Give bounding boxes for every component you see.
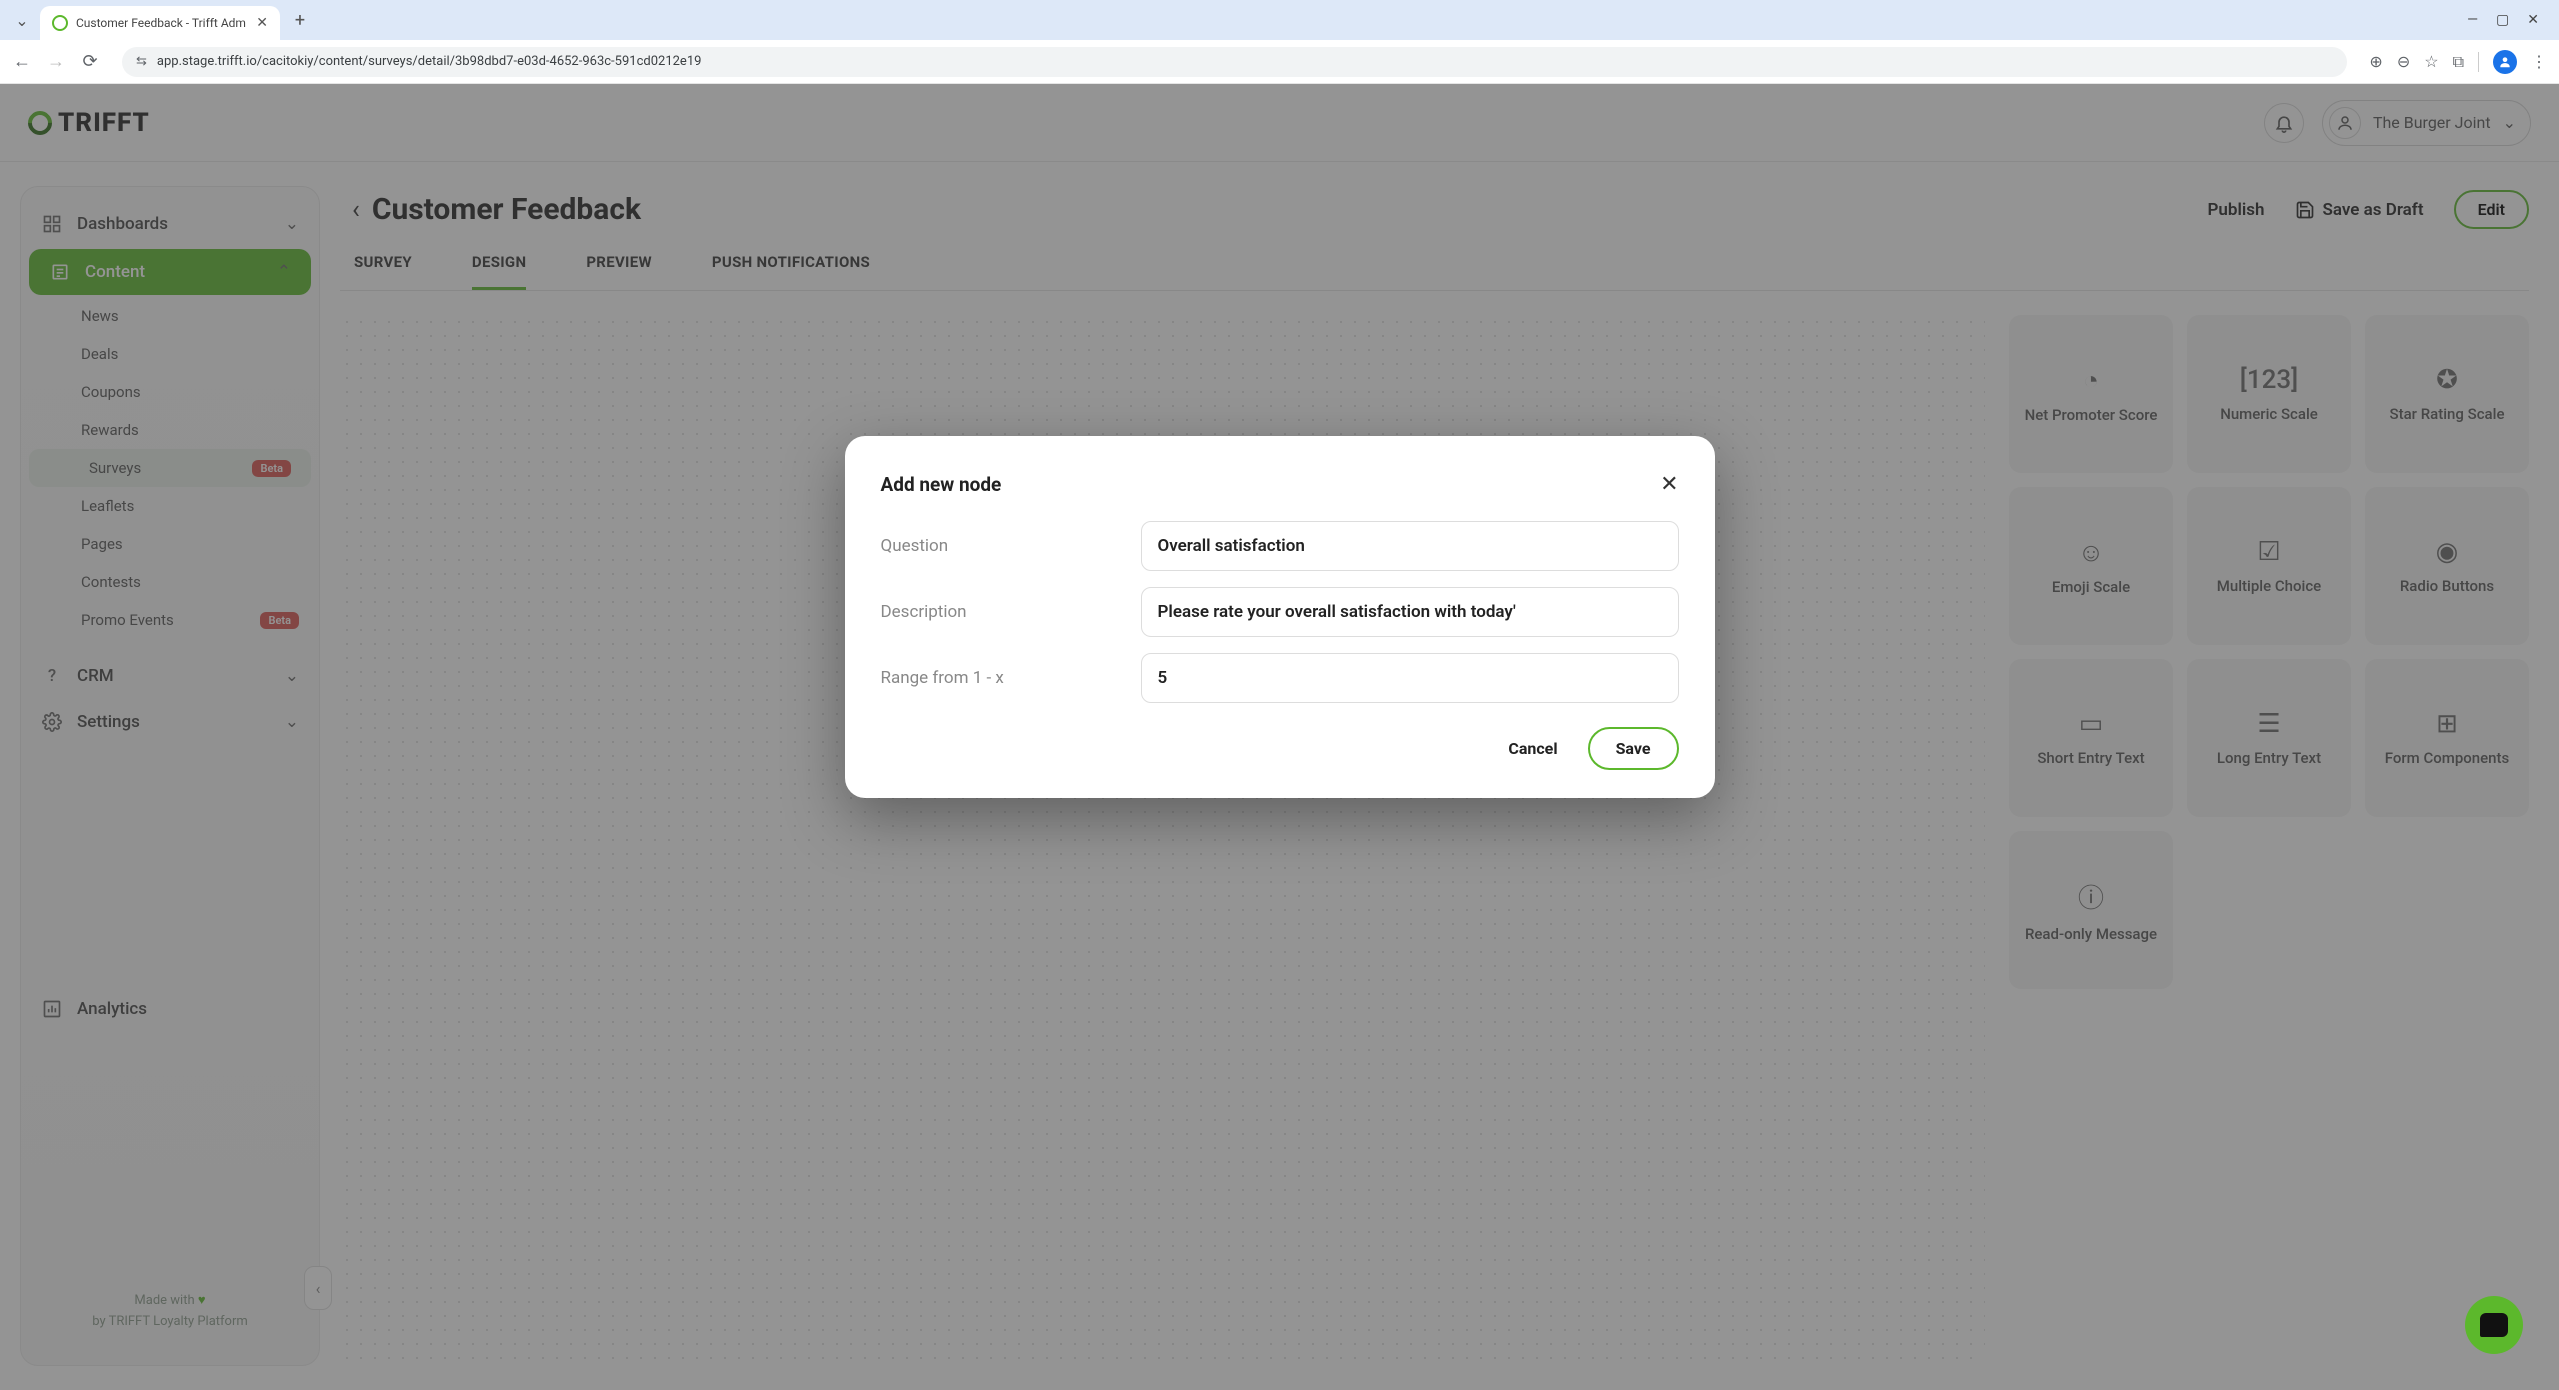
tab-title: Customer Feedback - Trifft Adm (76, 16, 248, 30)
save-button[interactable]: Save (1588, 727, 1679, 770)
close-tab-icon[interactable]: ✕ (256, 15, 268, 31)
range-label: Range from 1 - x (881, 668, 1141, 688)
bookmark-icon[interactable]: ☆ (2424, 52, 2438, 71)
url-text: app.stage.trifft.io/cacitokiy/content/su… (157, 54, 702, 69)
cancel-button[interactable]: Cancel (1488, 729, 1577, 768)
minimize-icon[interactable]: — (2467, 12, 2478, 28)
zoom-icon[interactable]: ⊖ (2397, 52, 2410, 71)
site-settings-icon[interactable]: ⇆ (136, 54, 147, 69)
address-bar: ← → ⟳ ⇆ app.stage.trifft.io/cacitokiy/co… (0, 40, 2559, 84)
intercom-launcher[interactable] (2465, 1296, 2523, 1354)
description-input[interactable] (1141, 587, 1679, 637)
question-input[interactable] (1141, 521, 1679, 571)
url-field[interactable]: ⇆ app.stage.trifft.io/cacitokiy/content/… (122, 47, 2347, 77)
description-label: Description (881, 602, 1141, 622)
browser-tab-strip: ⌄ Customer Feedback - Trifft Adm ✕ + — ▢… (0, 0, 2559, 40)
separator (2478, 52, 2479, 72)
close-modal-button[interactable]: ✕ (1660, 472, 1678, 497)
chat-icon (2480, 1313, 2508, 1337)
new-tab-button[interactable]: + (286, 6, 314, 34)
reload-icon[interactable]: ⟳ (80, 51, 100, 72)
extensions-icon[interactable]: ⧉ (2453, 52, 2464, 72)
add-node-modal: Add new node ✕ Question Description Rang… (845, 436, 1715, 798)
forward-icon[interactable]: → (46, 51, 66, 72)
close-window-icon[interactable]: ✕ (2527, 12, 2539, 28)
tab-list-button[interactable]: ⌄ (10, 8, 34, 32)
question-label: Question (881, 536, 1141, 556)
maximize-icon[interactable]: ▢ (2496, 12, 2509, 28)
modal-title: Add new node (881, 473, 1002, 496)
translate-icon[interactable]: ⊕ (2369, 52, 2382, 71)
trifft-favicon (52, 15, 68, 31)
browser-tab[interactable]: Customer Feedback - Trifft Adm ✕ (40, 6, 280, 40)
back-icon[interactable]: ← (12, 51, 32, 72)
browser-menu-icon[interactable]: ⋮ (2531, 52, 2547, 71)
range-input[interactable] (1141, 653, 1679, 703)
profile-avatar[interactable] (2493, 50, 2517, 74)
